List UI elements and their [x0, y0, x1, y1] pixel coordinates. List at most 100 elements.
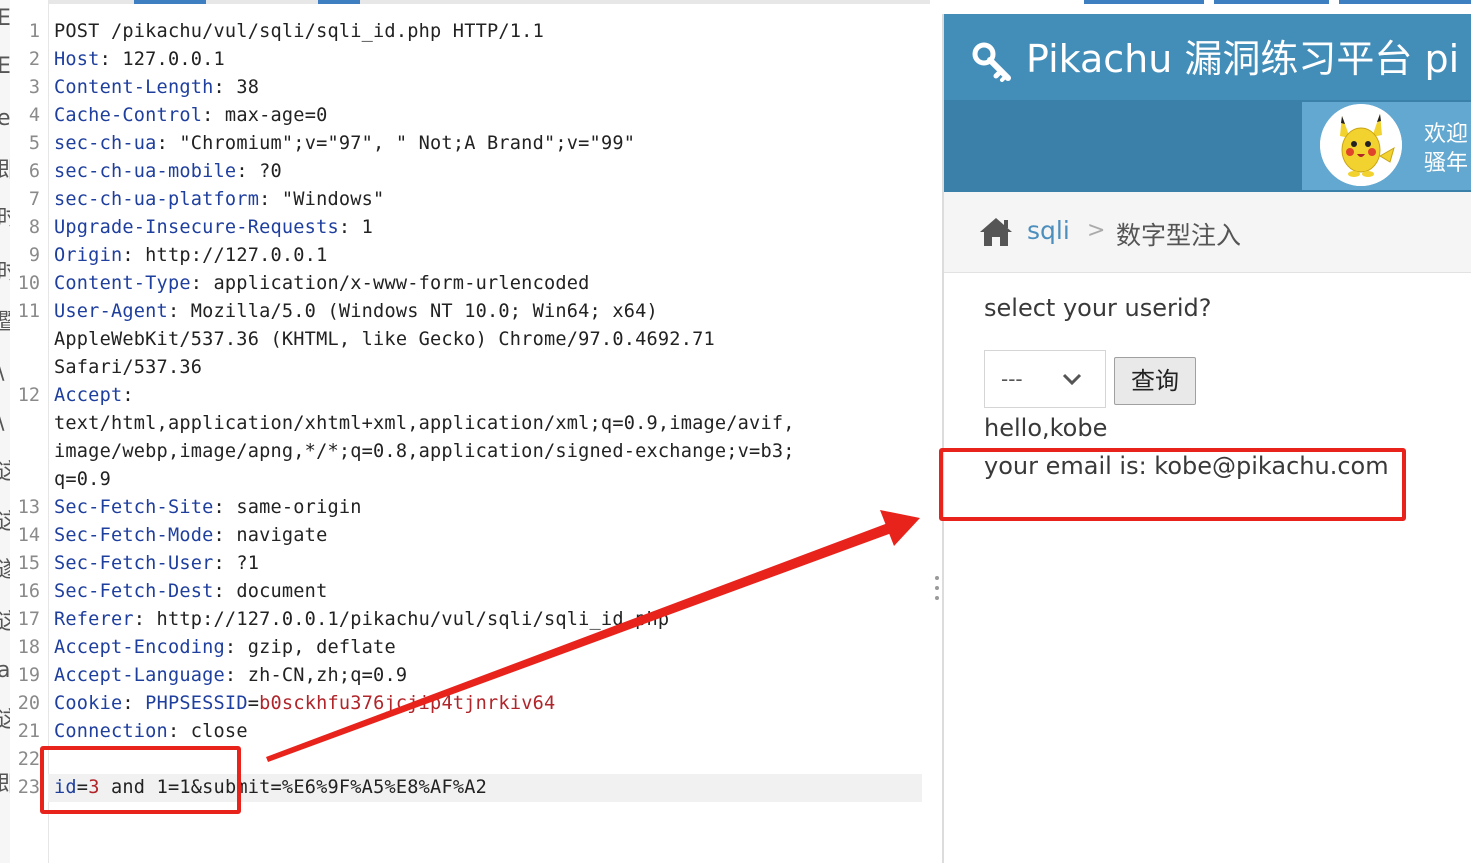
code-line[interactable]: 2 Host: 127.0.0.1: [10, 46, 930, 74]
editor-top-bar: [10, 0, 930, 4]
code-line[interactable]: 6 sec-ch-ua-mobile: ?0: [10, 158, 930, 186]
code-line[interactable]: 17 Referer: http://127.0.0.1/pikachu/vul/…: [10, 606, 930, 634]
code-line[interactable]: text/html,application/xhtml+xml,applicat…: [10, 410, 930, 438]
header-key: Origin: [54, 245, 123, 266]
header-key: Cookie: [54, 693, 123, 714]
header-key: Accept: [54, 385, 123, 406]
header-key: Sec-Fetch-Site: [54, 497, 214, 518]
code-line[interactable]: 21 Connection: close: [10, 718, 930, 746]
code-token: : close: [167, 721, 248, 742]
code-text: AppleWebKit/537.36 (KHTML, like Gecko) C…: [54, 326, 715, 354]
code-line[interactable]: 18 Accept-Encoding: gzip, deflate: [10, 634, 930, 662]
code-line[interactable]: 14 Sec-Fetch-Mode: navigate: [10, 522, 930, 550]
code-line[interactable]: q=0.9: [10, 466, 930, 494]
edge-glyph: 即: [0, 160, 10, 182]
panel-tab-indicator[interactable]: [1084, 0, 1204, 4]
rendered-response-panel: Pikachu 漏洞练习平台 pi 欢迎 骚年 sqli > 数字型注入 sel…: [944, 0, 1471, 863]
userid-select[interactable]: ---: [984, 350, 1106, 408]
breadcrumb-separator: >: [1087, 218, 1106, 243]
code-line[interactable]: 11 User-Agent: Mozilla/5.0 (Windows NT 10…: [10, 298, 930, 326]
param-key: PHPSESSID: [145, 693, 248, 714]
code-token: : document: [213, 581, 328, 602]
edge-glyph: 这: [0, 710, 10, 732]
header-key: sec-ch-ua: [54, 133, 157, 154]
home-icon[interactable]: [978, 216, 1014, 248]
edge-glyph: 这: [0, 612, 10, 634]
breadcrumb-link-sqli[interactable]: sqli: [1027, 216, 1070, 245]
code-line[interactable]: 12 Accept:: [10, 382, 930, 410]
panel-top-bar: [944, 0, 1471, 14]
code-line[interactable]: 20 Cookie: PHPSESSID=b0sckhfu376jcjip4tjn…: [10, 690, 930, 718]
code-line[interactable]: 9 Origin: http://127.0.0.1: [10, 242, 930, 270]
panel-tab-indicator[interactable]: [1214, 0, 1329, 4]
line-number: 13: [17, 497, 40, 518]
line-number: 4: [28, 105, 40, 126]
edge-glyph: e: [0, 106, 10, 131]
code-line[interactable]: image/webp,image/apng,*/*;q=0.8,applicat…: [10, 438, 930, 466]
header-key: sec-ch-ua-platform: [54, 189, 260, 210]
code-token: : 127.0.0.1: [99, 49, 225, 70]
line-number: 19: [17, 665, 40, 686]
editor-tab-indicator[interactable]: [134, 0, 206, 4]
header-key: Content-Type: [54, 273, 191, 294]
edge-glyph: E: [0, 6, 10, 31]
code-line[interactable]: 19 Accept-Language: zh-CN,zh;q=0.9: [10, 662, 930, 690]
header-key: Cache-Control: [54, 105, 203, 126]
pikachu-avatar: [1320, 104, 1402, 186]
code-line[interactable]: 10 Content-Type: application/x-www-form-u…: [10, 270, 930, 298]
code-token: : http://127.0.0.1: [122, 245, 328, 266]
edge-glyph: 时: [0, 208, 10, 230]
header-key: Accept-Language: [54, 665, 225, 686]
code-line[interactable]: 15 Sec-Fetch-User: ?1: [10, 550, 930, 578]
line-number: 20: [17, 693, 40, 714]
edge-glyph: 暨: [0, 312, 10, 334]
edge-glyph: \: [0, 412, 4, 434]
chevron-down-icon: [1062, 373, 1082, 386]
header-key: Sec-Fetch-User: [54, 553, 214, 574]
code-text: image/webp,image/apng,*/*;q=0.8,applicat…: [54, 438, 795, 466]
code-token: : Mozilla/5.0 (Windows NT 10.0; Win64; x…: [167, 301, 658, 322]
code-line[interactable]: AppleWebKit/537.36 (KHTML, like Gecko) C…: [10, 326, 930, 354]
code-line[interactable]: 4 Cache-Control: max-age=0: [10, 102, 930, 130]
code-token: AppleWebKit/537.36 (KHTML, like Gecko) C…: [54, 329, 715, 350]
code-line[interactable]: 13 Sec-Fetch-Site: same-origin: [10, 494, 930, 522]
pane-splitter[interactable]: [930, 0, 942, 863]
code-token: : max-age=0: [202, 105, 328, 126]
edge-glyph: E: [0, 54, 10, 79]
line-number: 5: [28, 133, 40, 154]
code-token: image/webp,image/apng,*/*;q=0.8,applicat…: [54, 441, 795, 462]
splitter-grip-dot: [935, 586, 939, 590]
code-line[interactable]: 1 POST /pikachu/vul/sqli/sqli_id.php HTTP…: [10, 18, 930, 46]
code-text: Cache-Control: max-age=0: [54, 102, 327, 130]
select-value: ---: [1001, 367, 1023, 391]
site-title[interactable]: Pikachu 漏洞练习平台 pi: [1026, 36, 1459, 82]
line-number: 8: [28, 217, 40, 238]
code-text: Connection: close: [54, 718, 248, 746]
breadcrumb: sqli > 数字型注入: [944, 192, 1471, 273]
code-token: POST /pikachu/vul/sqli/sqli_id.php HTTP/…: [54, 21, 544, 42]
code-line[interactable]: 16 Sec-Fetch-Dest: document: [10, 578, 930, 606]
left-window-edge: EEe即时时暨\\这这遂这a这即: [0, 0, 10, 863]
code-token: text/html,application/xhtml+xml,applicat…: [54, 413, 795, 434]
code-line[interactable]: 5 sec-ch-ua: "Chromium";v="97", " Not;A B…: [10, 130, 930, 158]
panel-tab-indicator[interactable]: [1339, 0, 1471, 4]
code-text: text/html,application/xhtml+xml,applicat…: [54, 410, 795, 438]
code-token: : 38: [213, 77, 260, 98]
code-line[interactable]: Safari/537.36: [10, 354, 930, 382]
code-text: Sec-Fetch-Site: same-origin: [54, 494, 362, 522]
code-text: Origin: http://127.0.0.1: [54, 242, 327, 270]
code-token: : "Chromium";v="97", " Not;A Brand";v="9…: [156, 133, 636, 154]
code-line[interactable]: 8 Upgrade-Insecure-Requests: 1: [10, 214, 930, 242]
splitter-grip-dot: [935, 596, 939, 600]
query-button[interactable]: 查询: [1114, 357, 1196, 405]
annotation-box-payload: [40, 746, 241, 814]
code-line[interactable]: 3 Content-Length: 38: [10, 74, 930, 102]
edge-glyph: 时: [0, 262, 10, 284]
code-text: Sec-Fetch-Dest: document: [54, 578, 327, 606]
code-token: =: [247, 693, 260, 714]
line-number: 1: [28, 21, 40, 42]
http-request-editor[interactable]: 1 POST /pikachu/vul/sqli/sqli_id.php HTTP…: [10, 0, 930, 863]
header-key: User-Agent: [54, 301, 168, 322]
editor-tab-indicator[interactable]: [318, 0, 360, 4]
code-line[interactable]: 7 sec-ch-ua-platform: "Windows": [10, 186, 930, 214]
